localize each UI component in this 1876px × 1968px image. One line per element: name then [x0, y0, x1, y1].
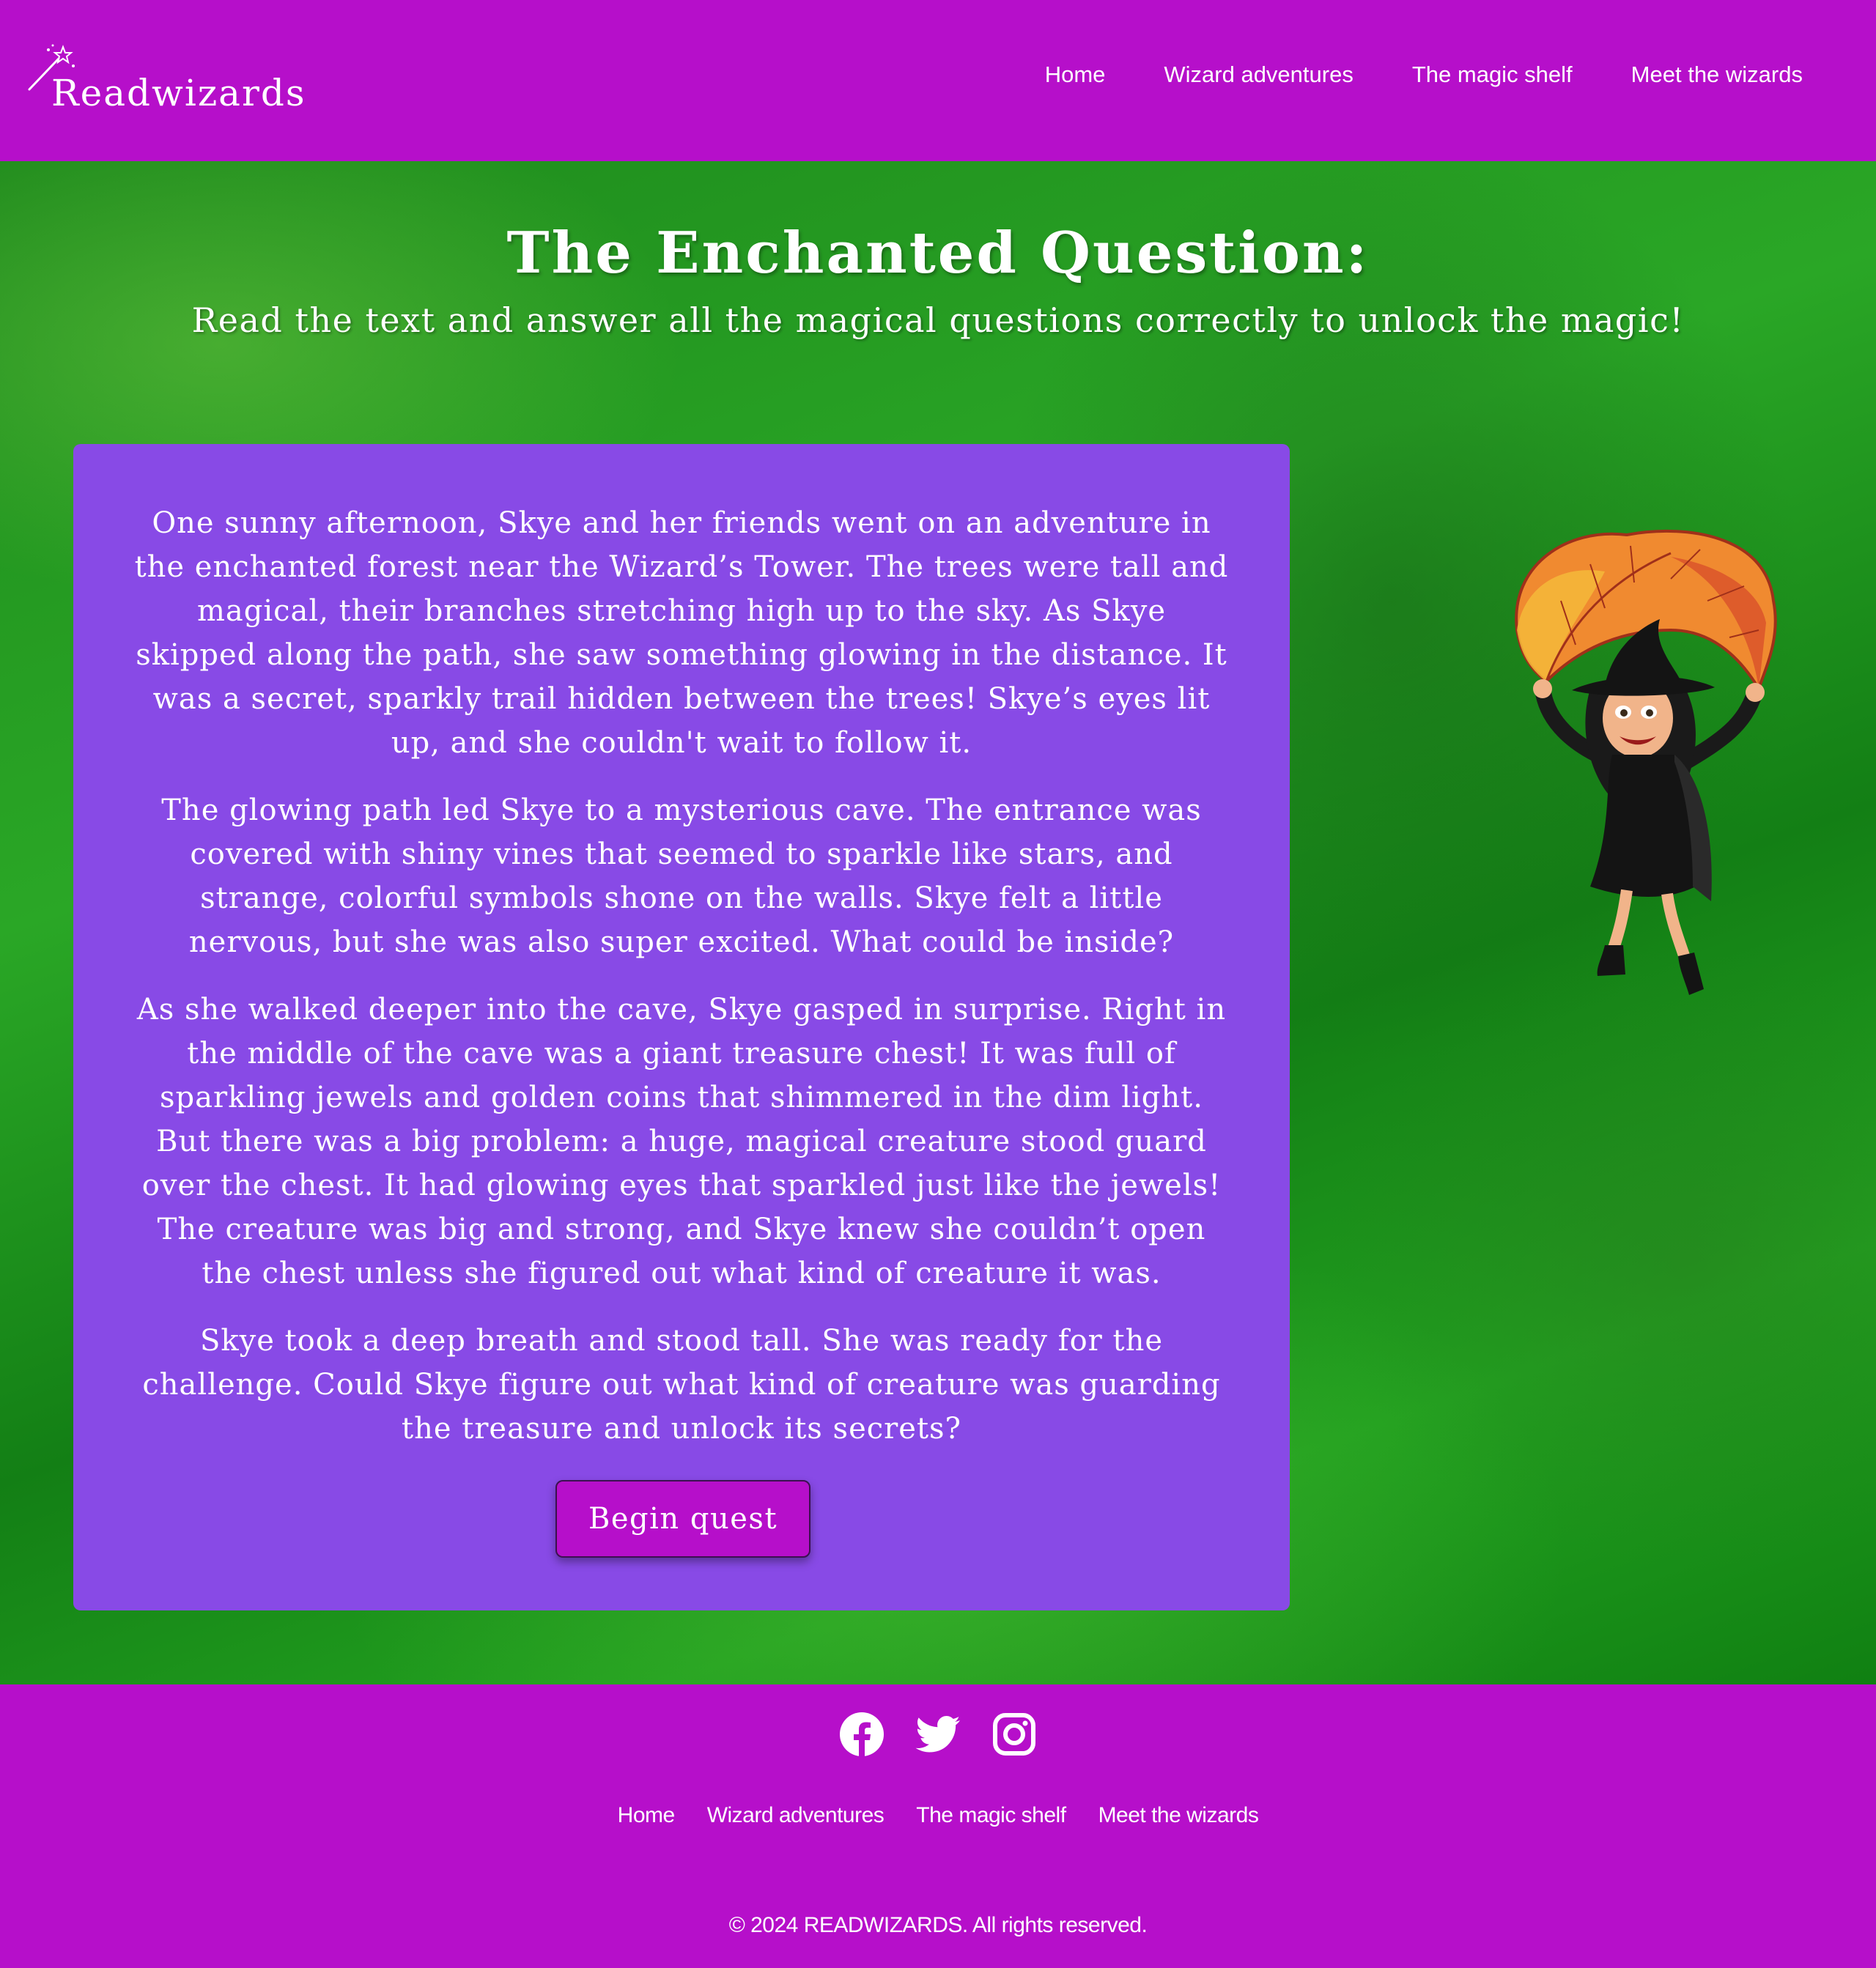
nav-magic-shelf[interactable]: The magic shelf	[1412, 62, 1573, 88]
main-nav: Home Wizard adventures The magic shelf M…	[1045, 62, 1803, 88]
site-header: Readwizards Home Wizard adventures The m…	[0, 0, 1876, 161]
nav-home[interactable]: Home	[1045, 62, 1106, 88]
story-paragraph-2: The glowing path led Skye to a mysteriou…	[161, 794, 1202, 959]
story-paragraph-1: One sunny afternoon, Skye and her friend…	[134, 506, 1229, 760]
logo-text: Readwizards	[51, 72, 306, 114]
nav-wizard-adventures[interactable]: Wizard adventures	[1164, 62, 1353, 88]
copyright-text: © 2024 READWIZARDS. All rights reserved.	[728, 1913, 1148, 1937]
twitter-icon[interactable]	[915, 1711, 961, 1758]
footer-nav: Home Wizard adventures The magic shelf M…	[0, 1803, 1876, 1828]
page-subtitle: Read the text and answer all the magical…	[191, 300, 1685, 340]
story-card: One sunny afternoon, Skye and her friend…	[73, 444, 1290, 1610]
footer-link-home[interactable]: Home	[618, 1803, 676, 1828]
footer-link-wizard-adventures[interactable]: Wizard adventures	[707, 1803, 885, 1828]
witch-illustration	[1515, 529, 1777, 995]
logo[interactable]: Readwizards	[26, 38, 305, 126]
footer-link-magic-shelf[interactable]: The magic shelf	[916, 1803, 1066, 1828]
begin-quest-button[interactable]: Begin quest	[555, 1480, 810, 1558]
story-paragraph-3: As she walked deeper into the cave, Skye…	[136, 993, 1227, 1290]
nav-meet-the-wizards[interactable]: Meet the wizards	[1631, 62, 1803, 88]
page-title: The Enchanted Question:	[506, 220, 1370, 286]
hero-section: The Enchanted Question: Read the text an…	[0, 161, 1876, 1684]
site-footer: Home Wizard adventures The magic shelf M…	[0, 1684, 1876, 1968]
social-links	[0, 1711, 1876, 1758]
facebook-icon[interactable]	[838, 1711, 885, 1758]
footer-link-meet-the-wizards[interactable]: Meet the wizards	[1098, 1803, 1259, 1828]
instagram-icon[interactable]	[991, 1711, 1038, 1758]
story-paragraph-4: Skye took a deep breath and stood tall. …	[142, 1324, 1221, 1446]
